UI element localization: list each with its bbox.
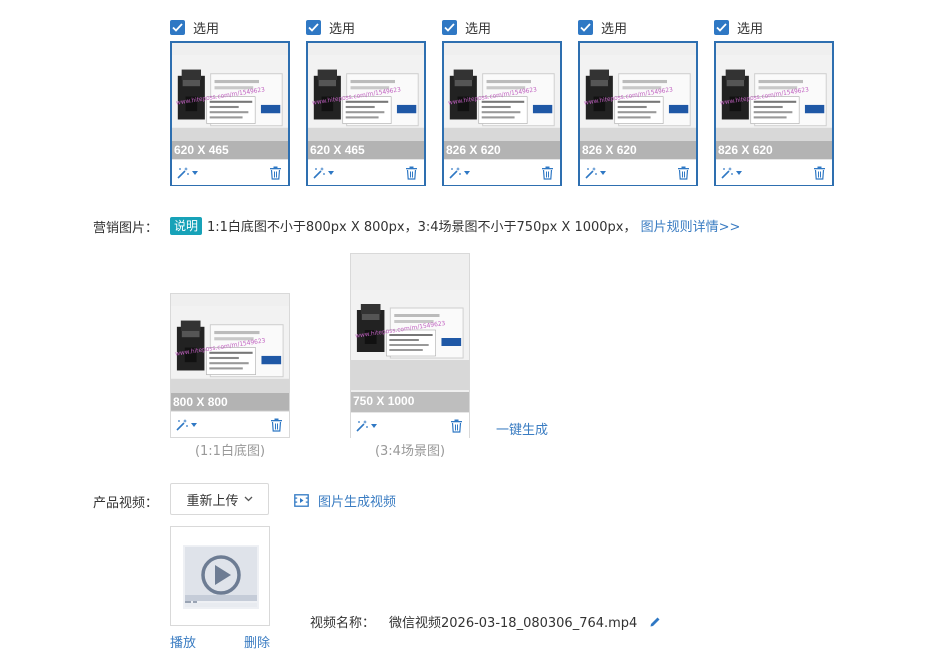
marketing-image-3x4-preview: 750 X 1000 bbox=[351, 254, 469, 412]
chevron-down-icon bbox=[328, 170, 334, 175]
select-checkbox[interactable]: 选用 bbox=[442, 18, 492, 37]
select-label: 选用 bbox=[601, 21, 628, 37]
reupload-button[interactable]: 重新上传 bbox=[170, 483, 269, 515]
video-icon bbox=[294, 494, 309, 507]
select-checkbox[interactable]: 选用 bbox=[170, 18, 220, 37]
select-label: 选用 bbox=[329, 21, 356, 37]
trash-icon[interactable] bbox=[813, 166, 826, 180]
image-tools bbox=[444, 159, 560, 185]
magic-wand-icon[interactable] bbox=[176, 166, 198, 180]
checkbox-checked-icon bbox=[306, 19, 321, 35]
product-image-preview: 826 X 620 bbox=[716, 43, 832, 159]
marketing-image-1x1-preview: 800 X 800 bbox=[171, 294, 289, 411]
image-tools bbox=[580, 159, 696, 185]
product-image-preview: 620 X 465 bbox=[172, 43, 288, 159]
product-image-preview: 826 X 620 bbox=[580, 43, 696, 159]
image-dimensions: 826 X 620 bbox=[444, 141, 560, 159]
product-video-label: 产品视频： bbox=[93, 496, 159, 511]
marketing-image-1x1[interactable]: 800 X 800 bbox=[170, 293, 290, 438]
trash-icon[interactable] bbox=[269, 166, 282, 180]
image-dimensions: 620 X 465 bbox=[172, 141, 288, 159]
marketing-note-text: 1:1白底图不小于800px X 800px，3:4场景图不小于750px X … bbox=[207, 220, 637, 235]
video-name-label: 视频名称： bbox=[310, 616, 376, 631]
chevron-down-icon bbox=[600, 170, 606, 175]
image-tools bbox=[716, 159, 832, 185]
product-image-card[interactable]: 826 X 620 bbox=[714, 41, 834, 186]
trash-icon[interactable] bbox=[677, 166, 690, 180]
delete-link[interactable]: 删除 bbox=[244, 632, 270, 651]
image-rules-link[interactable]: 图片规则详情>> bbox=[641, 220, 741, 235]
checkbox-checked-icon bbox=[442, 19, 457, 35]
info-badge: 说明 bbox=[170, 217, 203, 235]
image-dimensions: 800 X 800 bbox=[171, 393, 289, 411]
product-photo bbox=[351, 290, 469, 390]
select-checkbox[interactable]: 选用 bbox=[714, 18, 764, 37]
marketing-images-label: 营销图片： bbox=[93, 221, 159, 236]
product-image-card[interactable]: 620 X 465 bbox=[306, 41, 426, 186]
product-image-card[interactable]: 826 X 620 bbox=[442, 41, 562, 186]
marketing-image-3x4[interactable]: 750 X 1000 bbox=[350, 253, 470, 438]
image-tools bbox=[171, 411, 289, 437]
chevron-down-icon bbox=[244, 496, 253, 502]
select-label: 选用 bbox=[193, 21, 220, 37]
pencil-icon[interactable] bbox=[649, 616, 661, 628]
image-dimensions: 826 X 620 bbox=[580, 141, 696, 159]
chevron-down-icon bbox=[192, 170, 198, 175]
chevron-down-icon bbox=[736, 170, 742, 175]
magic-wand-icon[interactable] bbox=[584, 166, 606, 180]
one-click-generate-link[interactable]: 一键生成 bbox=[496, 419, 548, 438]
image-tools bbox=[308, 159, 424, 185]
select-label: 选用 bbox=[465, 21, 492, 37]
magic-wand-icon[interactable] bbox=[355, 419, 377, 433]
product-image-card[interactable]: 826 X 620 bbox=[578, 41, 698, 186]
video-thumbnail[interactable] bbox=[170, 526, 270, 626]
caption-1x1: (1:1白底图) bbox=[194, 444, 266, 459]
select-checkbox[interactable]: 选用 bbox=[306, 18, 356, 37]
images-to-video-label: 图片生成视频 bbox=[318, 495, 397, 510]
chevron-down-icon bbox=[191, 422, 197, 427]
select-label: 选用 bbox=[737, 21, 764, 37]
checkbox-checked-icon bbox=[578, 19, 593, 35]
trash-icon[interactable] bbox=[450, 419, 463, 433]
chevron-down-icon bbox=[464, 170, 470, 175]
trash-icon[interactable] bbox=[270, 418, 283, 432]
magic-wand-icon[interactable] bbox=[720, 166, 742, 180]
select-checkbox[interactable]: 选用 bbox=[578, 18, 628, 37]
product-image-preview: 620 X 465 bbox=[308, 43, 424, 159]
video-name-row: 视频名称： 微信视频2026-03-18_080306_764.mp4 bbox=[310, 612, 661, 631]
checkbox-checked-icon bbox=[170, 19, 185, 35]
magic-wand-icon[interactable] bbox=[175, 418, 197, 432]
image-dimensions: 826 X 620 bbox=[716, 141, 832, 159]
image-tools bbox=[351, 412, 469, 438]
caption-3x4: (3:4场景图) bbox=[374, 444, 446, 459]
image-dimensions: 620 X 465 bbox=[308, 141, 424, 159]
magic-wand-icon[interactable] bbox=[448, 166, 470, 180]
play-video-icon bbox=[183, 545, 259, 609]
product-image-preview: 826 X 620 bbox=[444, 43, 560, 159]
chevron-down-icon bbox=[371, 423, 377, 428]
magic-wand-icon[interactable] bbox=[312, 166, 334, 180]
image-tools bbox=[172, 159, 288, 185]
trash-icon[interactable] bbox=[541, 166, 554, 180]
product-image-card[interactable]: 620 X 465 bbox=[170, 41, 290, 186]
image-dimensions: 750 X 1000 bbox=[351, 392, 469, 412]
checkbox-checked-icon bbox=[714, 19, 729, 35]
marketing-note: 1:1白底图不小于800px X 800px，3:4场景图不小于750px X … bbox=[207, 216, 740, 235]
reupload-button-label: 重新上传 bbox=[186, 493, 239, 509]
trash-icon[interactable] bbox=[405, 166, 418, 180]
play-link[interactable]: 播放 bbox=[170, 632, 196, 651]
video-file-name: 微信视频2026-03-18_080306_764.mp4 bbox=[389, 616, 638, 631]
images-to-video-button[interactable]: 图片生成视频 bbox=[294, 491, 396, 510]
